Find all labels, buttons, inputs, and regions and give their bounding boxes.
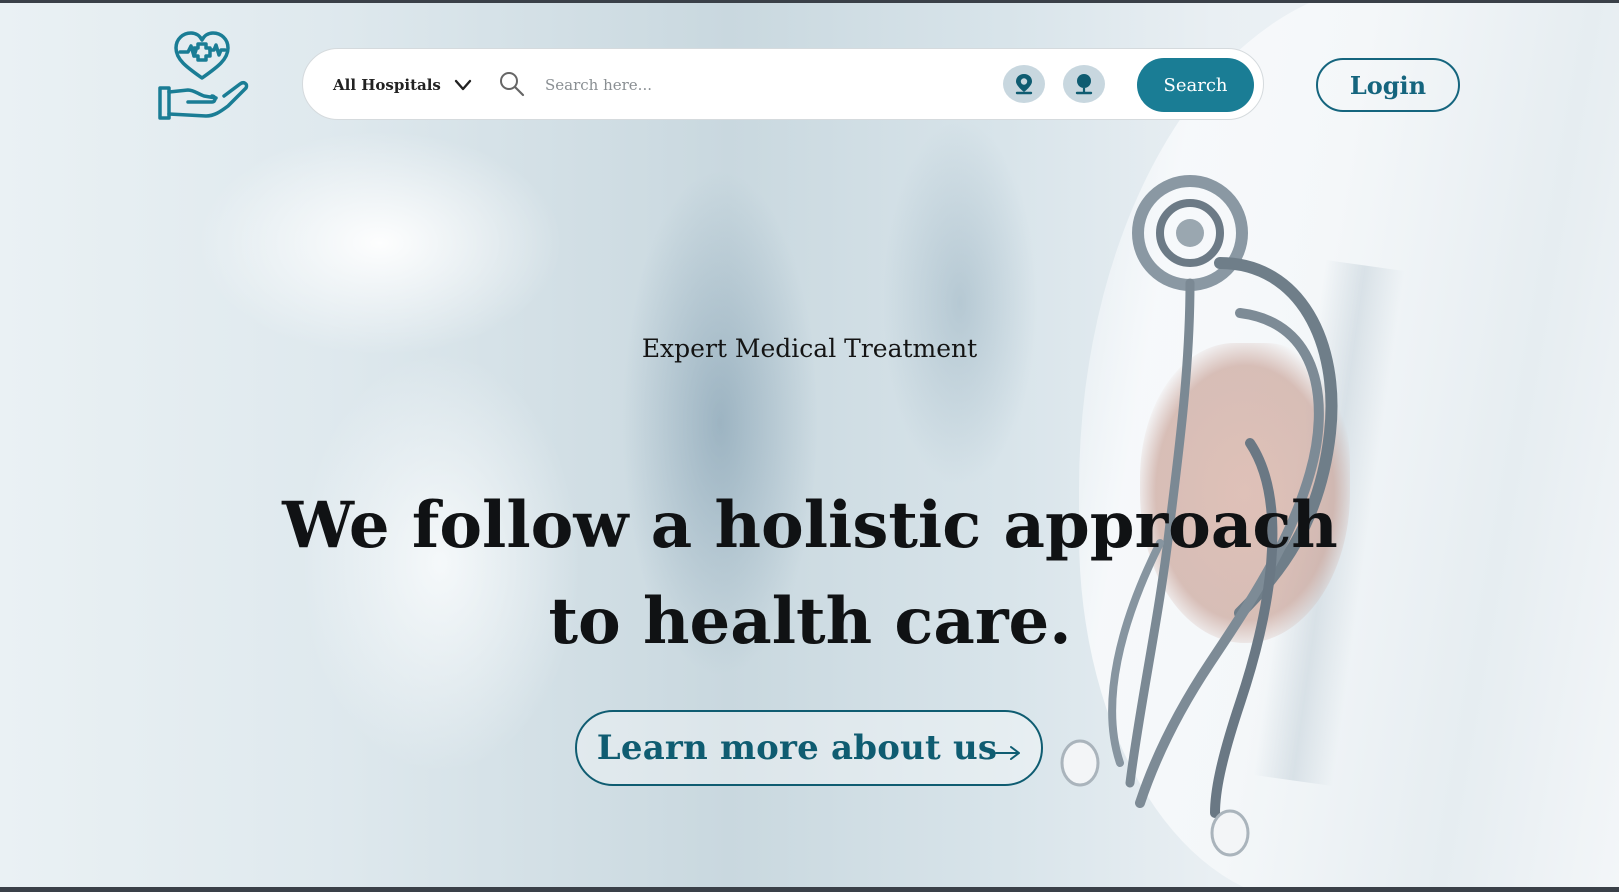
search-bar: All Hospitals Search bbox=[302, 48, 1264, 120]
search-icon[interactable] bbox=[499, 71, 525, 97]
doctor-icon bbox=[1075, 74, 1093, 95]
learn-more-button[interactable]: Learn more about us bbox=[575, 710, 1043, 786]
chevron-down-icon bbox=[454, 79, 472, 91]
hero-headline-line1: We follow a holistic approach bbox=[282, 488, 1338, 563]
learn-more-label: Learn more about us bbox=[596, 728, 998, 768]
location-button[interactable] bbox=[1003, 65, 1045, 103]
hero-headline: We follow a holistic approach to health … bbox=[260, 478, 1360, 670]
search-button[interactable]: Search bbox=[1137, 58, 1254, 112]
hospital-select-label: All Hospitals bbox=[333, 76, 441, 94]
login-button[interactable]: Login bbox=[1316, 58, 1460, 112]
bottom-strip bbox=[0, 887, 1619, 892]
search-input[interactable] bbox=[543, 67, 967, 103]
heart-in-hand-logo[interactable] bbox=[158, 28, 250, 124]
arrow-right-icon bbox=[995, 746, 1021, 760]
location-pin-icon bbox=[1015, 74, 1033, 95]
doctor-button[interactable] bbox=[1063, 65, 1105, 103]
hospital-select[interactable]: All Hospitals bbox=[333, 71, 473, 99]
hero-headline-line2: to health care. bbox=[548, 584, 1072, 659]
hero-eyebrow: Expert Medical Treatment bbox=[641, 334, 978, 363]
